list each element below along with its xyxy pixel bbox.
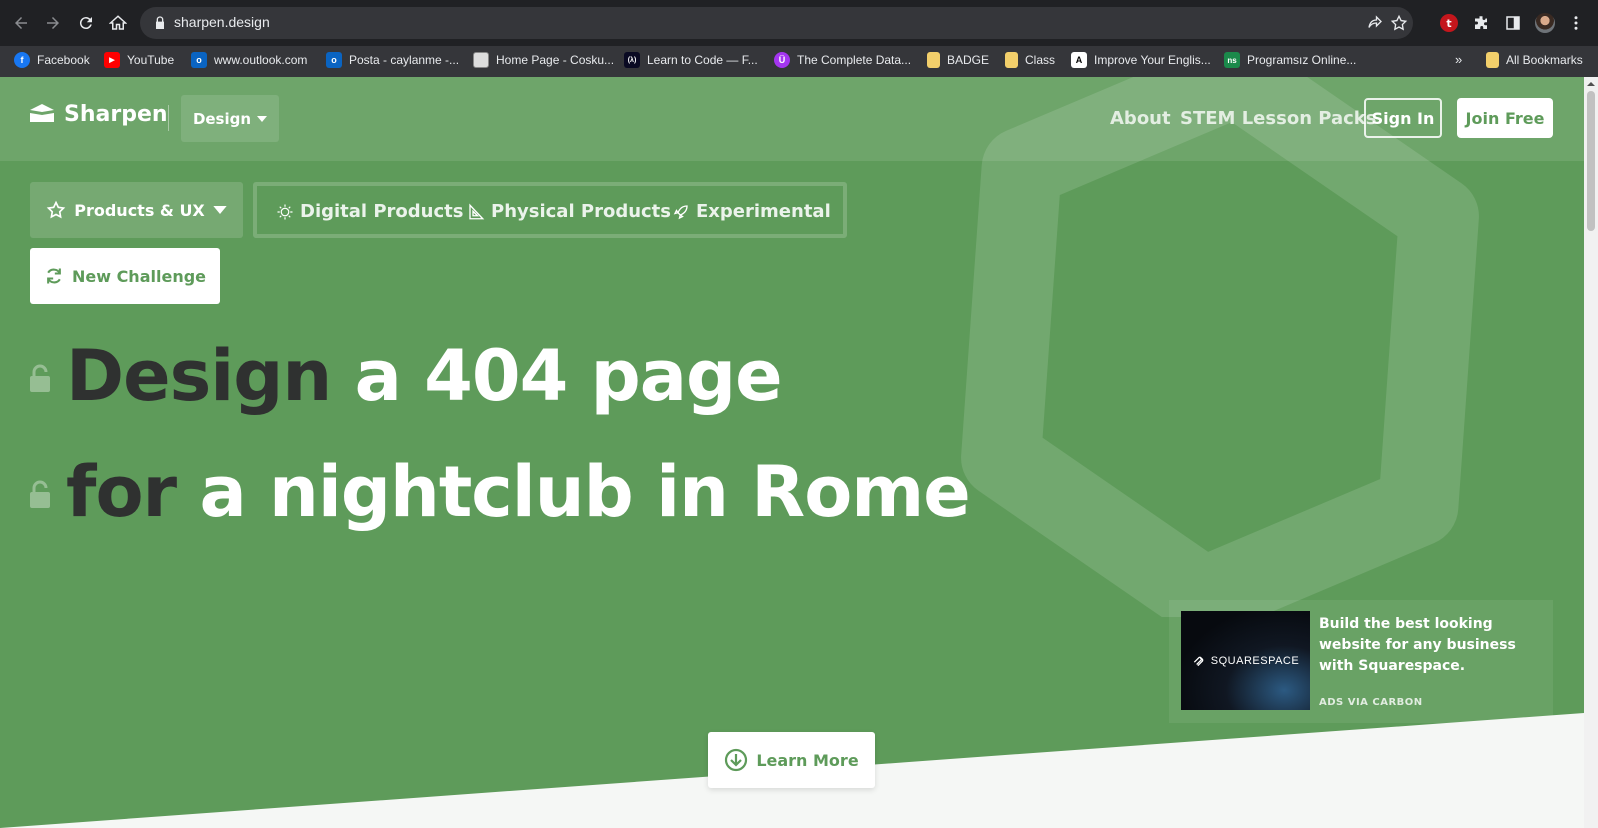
bookmark-label: BADGE (947, 53, 990, 67)
bookmark-learn-to-code[interactable]: (λ) Learn to Code — F... (624, 52, 758, 68)
folder-icon (927, 52, 940, 68)
forward-button[interactable] (40, 10, 66, 36)
bookmark-label: Posta - caylanme -... (349, 53, 460, 67)
share-icon[interactable] (1366, 14, 1384, 32)
browser-toolbar: sharpen.design t (0, 0, 1598, 46)
bookmark-label: Programsız Online... (1247, 53, 1357, 67)
extension-t-icon[interactable]: t (1438, 12, 1460, 34)
page-content: Sharpen Design About STEM Lesson Packs S… (0, 77, 1584, 828)
more-menu-icon[interactable] (1565, 12, 1587, 34)
scroll-thumb[interactable] (1587, 91, 1595, 231)
udemy-icon: Ü (774, 52, 790, 68)
bookmark-posta[interactable]: o Posta - caylanme -... (326, 52, 459, 68)
slanted-section-divider (0, 713, 1584, 828)
bookmark-facebook[interactable]: f Facebook (14, 52, 90, 68)
avatar[interactable] (1534, 12, 1556, 34)
freecodecamp-icon: (λ) (624, 52, 640, 68)
bookmarks-bar: f Facebook ▶ YouTube o www.outlook.com o… (0, 46, 1598, 77)
folder-icon (1005, 52, 1018, 68)
scroll-up-icon[interactable] (1587, 80, 1595, 88)
facebook-icon: f (14, 52, 30, 68)
address-bar[interactable]: sharpen.design (140, 7, 1413, 39)
bookmark-label: Facebook (37, 53, 90, 67)
back-button[interactable] (8, 10, 34, 36)
page-scrollbar[interactable] (1584, 77, 1598, 828)
bookmark-outlook[interactable]: o www.outlook.com (191, 52, 307, 68)
outlook-icon: o (191, 52, 207, 68)
ns-icon: ns (1224, 52, 1240, 68)
arrow-right-icon (47, 17, 59, 29)
arrow-down-circle-icon (725, 748, 748, 772)
site-icon (473, 52, 489, 68)
puzzle-icon[interactable] (1470, 12, 1492, 34)
bookmark-label: Class (1025, 53, 1056, 67)
bookmark-improve-english[interactable]: A Improve Your Englis... (1071, 52, 1211, 68)
chevron-double-right-icon[interactable]: » (1455, 52, 1462, 67)
bookmark-youtube[interactable]: ▶ YouTube (104, 52, 174, 68)
bookmark-label: All Bookmarks (1506, 53, 1583, 67)
all-bookmarks[interactable]: All Bookmarks (1486, 52, 1583, 68)
bookmark-label: Learn to Code — F... (647, 53, 758, 67)
bookmark-home-page[interactable]: Home Page - Cosku... (473, 52, 614, 68)
lock-icon (156, 16, 164, 29)
folder-icon (1486, 52, 1499, 68)
bookmark-label: YouTube (127, 53, 175, 67)
arrow-left-icon (15, 17, 27, 29)
bookmark-complete-data[interactable]: Ü The Complete Data... (774, 52, 911, 68)
reload-icon (79, 17, 92, 30)
learn-more-label: Learn More (756, 750, 859, 770)
bookmark-label: Improve Your Englis... (1094, 53, 1211, 67)
url-text: sharpen.design (174, 14, 270, 30)
learn-more-button[interactable]: Learn More (708, 732, 875, 788)
home-button[interactable] (105, 10, 131, 36)
site-icon: A (1071, 52, 1087, 68)
youtube-icon: ▶ (104, 52, 120, 68)
bookmark-label: The Complete Data... (797, 53, 912, 67)
star-icon[interactable] (1390, 14, 1408, 32)
side-panel-icon[interactable] (1502, 12, 1524, 34)
home-icon (109, 15, 127, 30)
bookmark-label: www.outlook.com (214, 53, 308, 67)
bookmark-folder-badge[interactable]: BADGE (927, 52, 989, 68)
bookmark-folder-class[interactable]: Class (1005, 52, 1055, 68)
bookmark-label: Home Page - Cosku... (496, 53, 615, 67)
outlook-icon: o (326, 52, 342, 68)
bookmark-programsiz[interactable]: ns Programsız Online... (1224, 52, 1356, 68)
reload-button[interactable] (73, 10, 99, 36)
